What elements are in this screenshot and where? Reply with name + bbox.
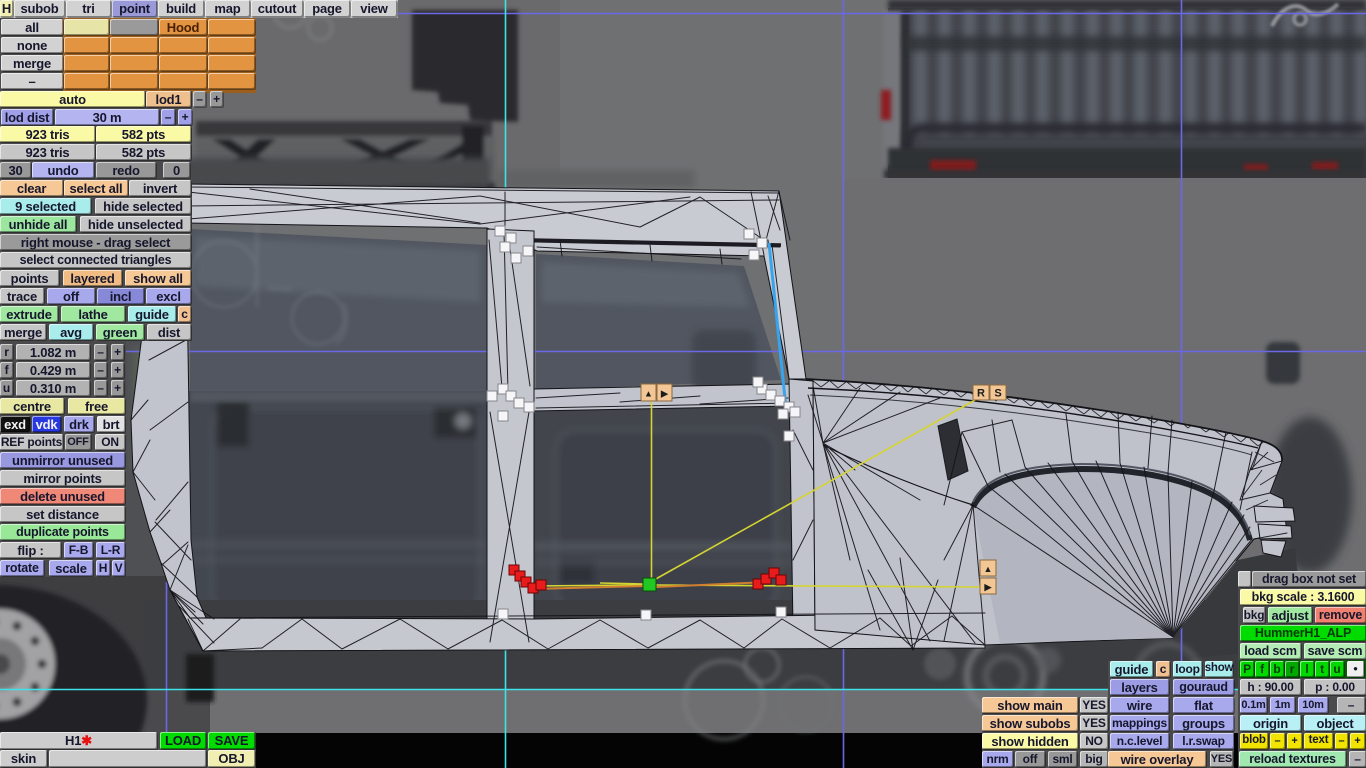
svg-text:▶: ▶ bbox=[984, 582, 993, 592]
svg-text:S: S bbox=[994, 388, 1001, 400]
svg-text:▲: ▲ bbox=[644, 389, 653, 399]
svg-text:▶: ▶ bbox=[660, 389, 669, 399]
svg-text:R: R bbox=[977, 388, 985, 400]
svg-text:▲: ▲ bbox=[984, 564, 993, 574]
